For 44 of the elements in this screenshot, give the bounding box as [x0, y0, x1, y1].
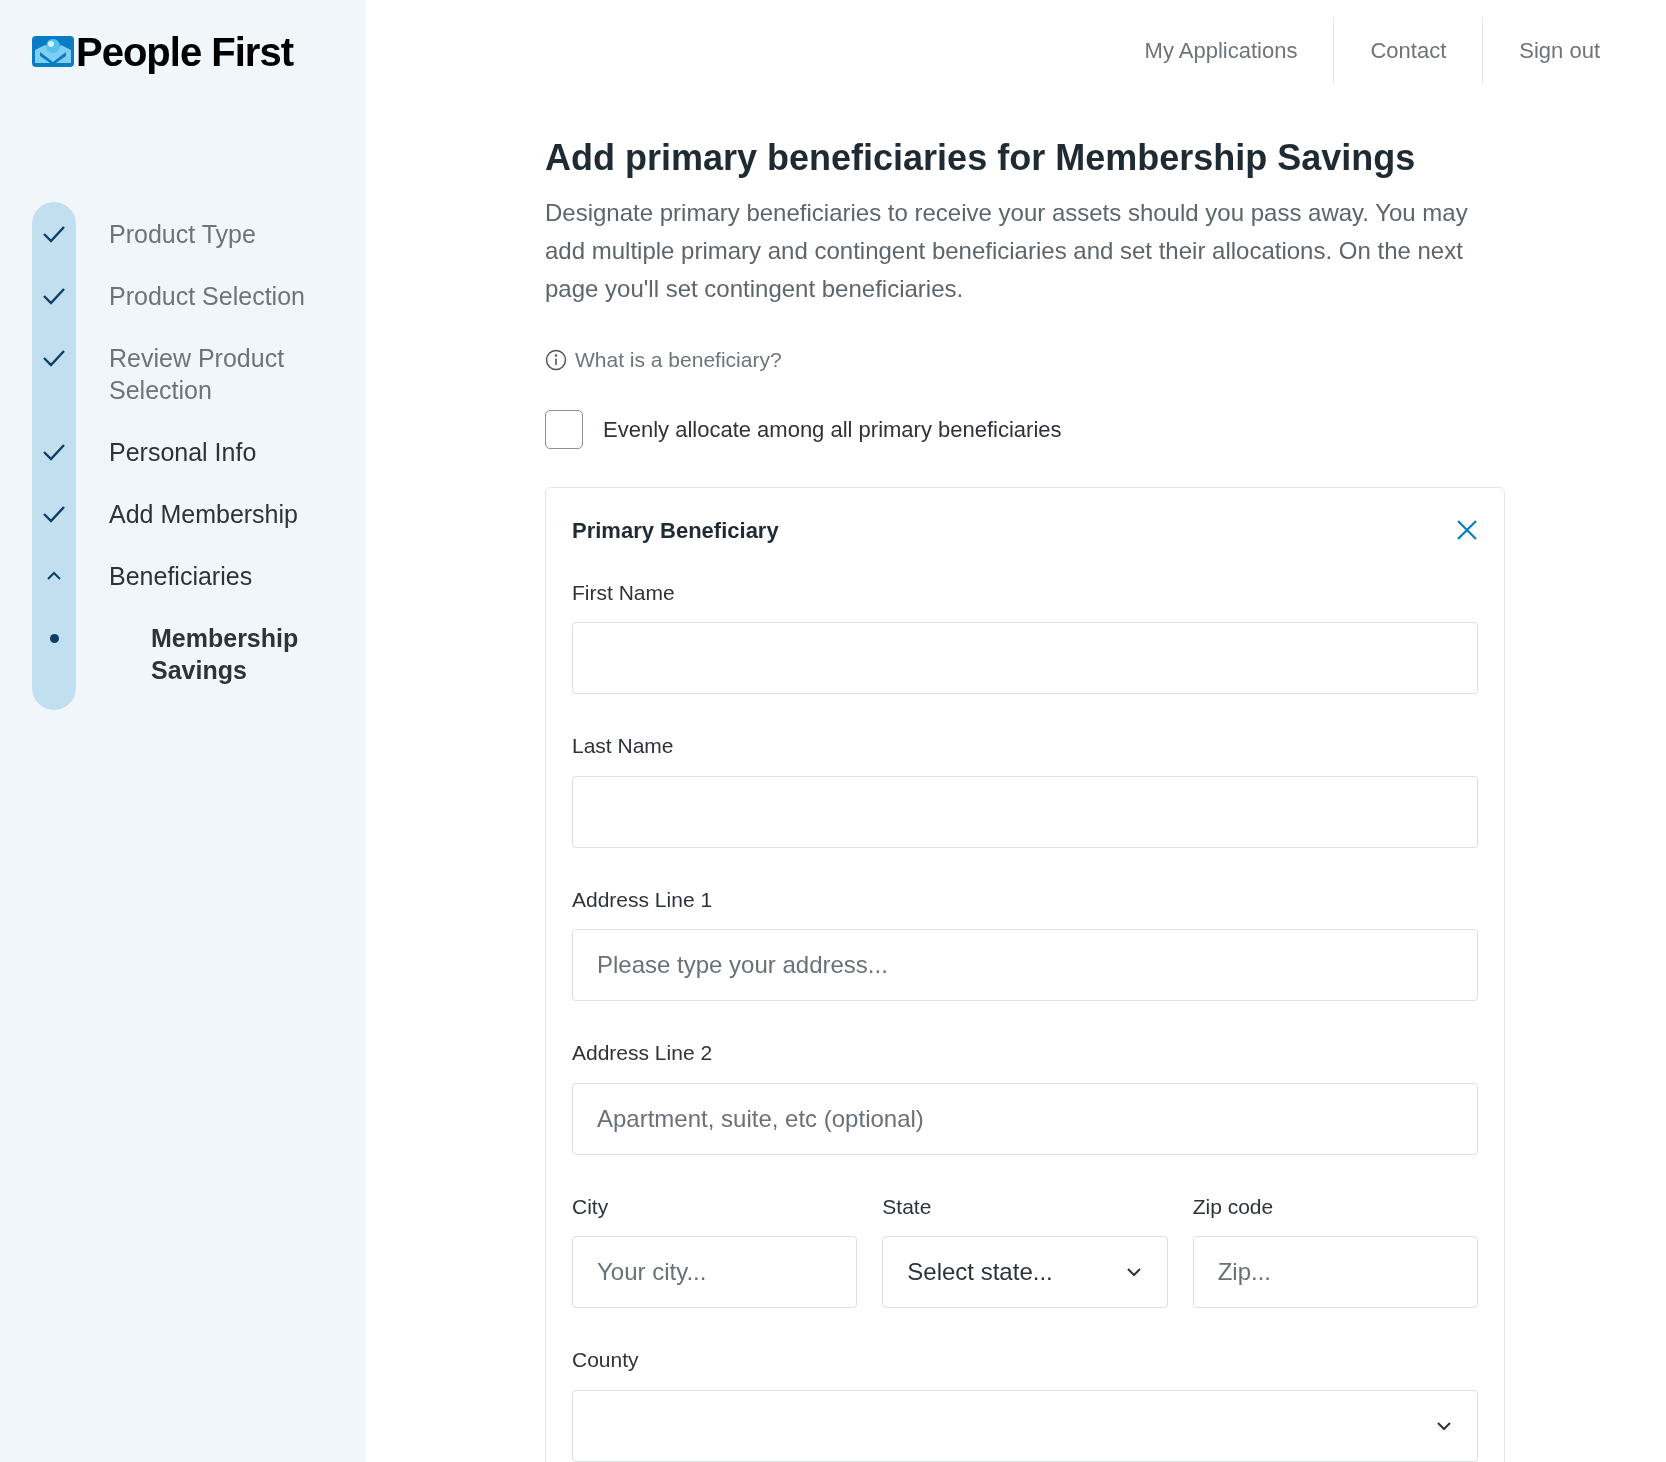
input-field[interactable] — [572, 622, 1478, 694]
info-icon — [545, 348, 567, 371]
field-label: Address Line 2 — [572, 1040, 714, 1066]
input-field[interactable]: Your city... — [572, 1236, 858, 1308]
check-icon — [42, 442, 66, 462]
nav-link[interactable]: Sign out — [1482, 18, 1636, 83]
step-link[interactable]: Review Product Selection — [109, 342, 309, 406]
select-field[interactable]: Select state... — [882, 1236, 1168, 1308]
checkbox-label: Evenly allocate among all primary beneficiaries — [603, 415, 1062, 444]
help-link[interactable]: What is a beneficiary? — [545, 344, 782, 376]
input-field[interactable]: Zip... — [1192, 1236, 1478, 1308]
check-icon — [42, 348, 66, 368]
step-link[interactable]: Beneficiaries — [109, 560, 309, 592]
card-title: Primary Beneficiary — [572, 516, 779, 545]
input-field[interactable] — [572, 775, 1478, 848]
field-label: First Name — [572, 579, 676, 606]
check-icon — [42, 286, 66, 306]
step-link[interactable]: Product Type — [109, 218, 309, 250]
checkbox[interactable] — [545, 409, 583, 449]
field-label: Address Line 1 — [572, 886, 714, 913]
page-title: Add primary beneficiaries for Membership Savings — [545, 136, 1417, 180]
input-field[interactable]: Please type your address... — [572, 929, 1478, 1001]
check-icon — [42, 504, 66, 524]
field-label: City — [572, 1193, 610, 1220]
page-description: Designate primary beneficiaries to receive your assets should you pass away. You may add multiple primary and contingent beneficiaries and set their allocations. On the next page you'll set contingent beneficiaries. — [545, 198, 1469, 304]
nav-link[interactable]: My Applications — [1108, 18, 1334, 83]
check-icon — [42, 224, 66, 244]
select-field[interactable] — [572, 1389, 1478, 1462]
step-link[interactable]: Membership Savings — [151, 622, 311, 686]
step-link[interactable]: Add Membership — [109, 498, 309, 530]
brand-name: People First — [76, 29, 293, 76]
close-icon[interactable] — [1456, 519, 1478, 541]
chevron-down-icon — [1435, 1419, 1453, 1432]
nav-link[interactable]: Contact — [1333, 18, 1483, 83]
field-label: Last Name — [572, 733, 675, 759]
chevron-down-icon — [1124, 1266, 1143, 1278]
chevron-up-icon — [46, 571, 62, 581]
field-label: State — [882, 1193, 933, 1220]
field-label: County — [572, 1347, 640, 1373]
logo-icon — [32, 36, 74, 68]
input-field[interactable]: Apartment, suite, etc (optional) — [572, 1082, 1478, 1155]
field-label: Zip code — [1192, 1193, 1275, 1220]
step-link[interactable]: Personal Info — [109, 436, 309, 468]
step-link[interactable]: Product Selection — [109, 280, 309, 312]
